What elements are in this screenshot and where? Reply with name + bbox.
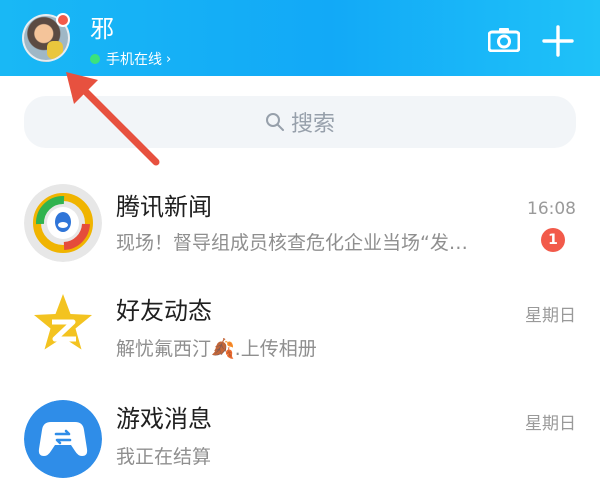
conversation-preview: 我正在结算	[116, 446, 212, 468]
conversation-time: 16:08	[527, 199, 576, 219]
online-status[interactable]: 手机在线 ›	[90, 50, 171, 68]
chevron-right-icon: ›	[166, 51, 172, 67]
online-dot-icon	[90, 54, 100, 64]
conversation-item-friend-updates[interactable]: 好友动态 解忧氟西汀🍂.上传相册 星期日	[0, 280, 600, 384]
search-label: 搜索	[290, 112, 335, 137]
conversation-title: 好友动态	[116, 297, 212, 325]
username[interactable]: 邪	[90, 14, 114, 44]
conversation-preview: 现场！督导组成员核查危化企业当场“发…	[116, 232, 468, 254]
game-controller-icon	[24, 400, 102, 478]
conversation-title: 游戏消息	[116, 405, 212, 433]
online-status-label: 手机在线	[106, 52, 162, 68]
avatar-figure	[47, 41, 63, 59]
conversation-item-tencent-news[interactable]: 腾讯新闻 现场！督导组成员核查危化企业当场“发… 16:08 1	[0, 176, 600, 280]
search-icon	[265, 113, 284, 131]
conversation-preview: 解忧氟西汀🍂.上传相册	[116, 338, 317, 360]
avatar-notification-dot	[56, 13, 70, 27]
annotation-arrow-icon	[66, 72, 160, 166]
unread-badge: 1	[541, 228, 565, 252]
conversation-title: 腾讯新闻	[116, 193, 212, 221]
camera-icon[interactable]	[488, 27, 520, 52]
conversation-time: 星期日	[525, 306, 576, 326]
conversation-item-game-messages[interactable]: 游戏消息 我正在结算 星期日	[0, 384, 600, 486]
top-bar: 邪 手机在线 ›	[0, 0, 600, 76]
plus-icon[interactable]	[541, 24, 575, 58]
conversation-time: 星期日	[525, 414, 576, 434]
qzone-star-icon	[34, 294, 92, 350]
tencent-news-icon	[24, 184, 102, 262]
